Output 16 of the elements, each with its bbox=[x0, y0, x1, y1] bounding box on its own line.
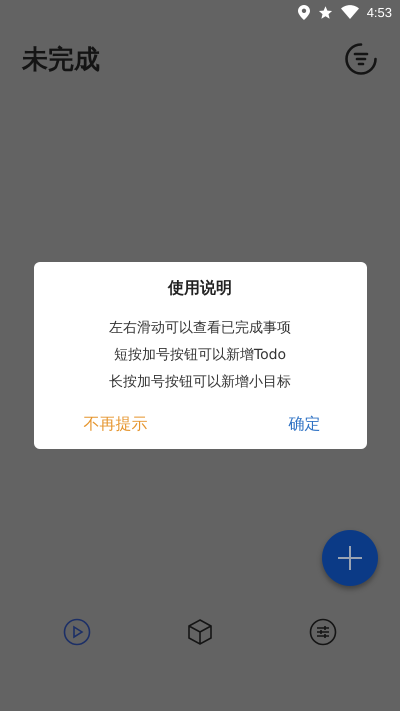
dialog-text: 长按加号按钮可以新增小目标 bbox=[109, 372, 291, 392]
dialog-text: 左右滑动可以查看已完成事项 bbox=[109, 318, 291, 338]
status-time: 4:53 bbox=[366, 4, 392, 20]
cube-icon[interactable] bbox=[186, 618, 214, 646]
sliders-icon[interactable] bbox=[308, 618, 337, 646]
wifi-icon bbox=[340, 5, 359, 19]
page-title: 未完成 bbox=[22, 44, 100, 76]
plus-icon bbox=[336, 544, 364, 572]
dialog-title: 使用说明 bbox=[168, 278, 232, 298]
play-icon[interactable] bbox=[63, 618, 92, 646]
location-icon bbox=[298, 4, 310, 20]
star-icon bbox=[318, 4, 333, 20]
dialog-text: 短按加号按钮可以新增Todo bbox=[114, 346, 286, 364]
add-button[interactable] bbox=[322, 530, 378, 586]
filter-icon[interactable] bbox=[344, 42, 378, 76]
confirm-button[interactable]: 确定 bbox=[282, 410, 326, 438]
